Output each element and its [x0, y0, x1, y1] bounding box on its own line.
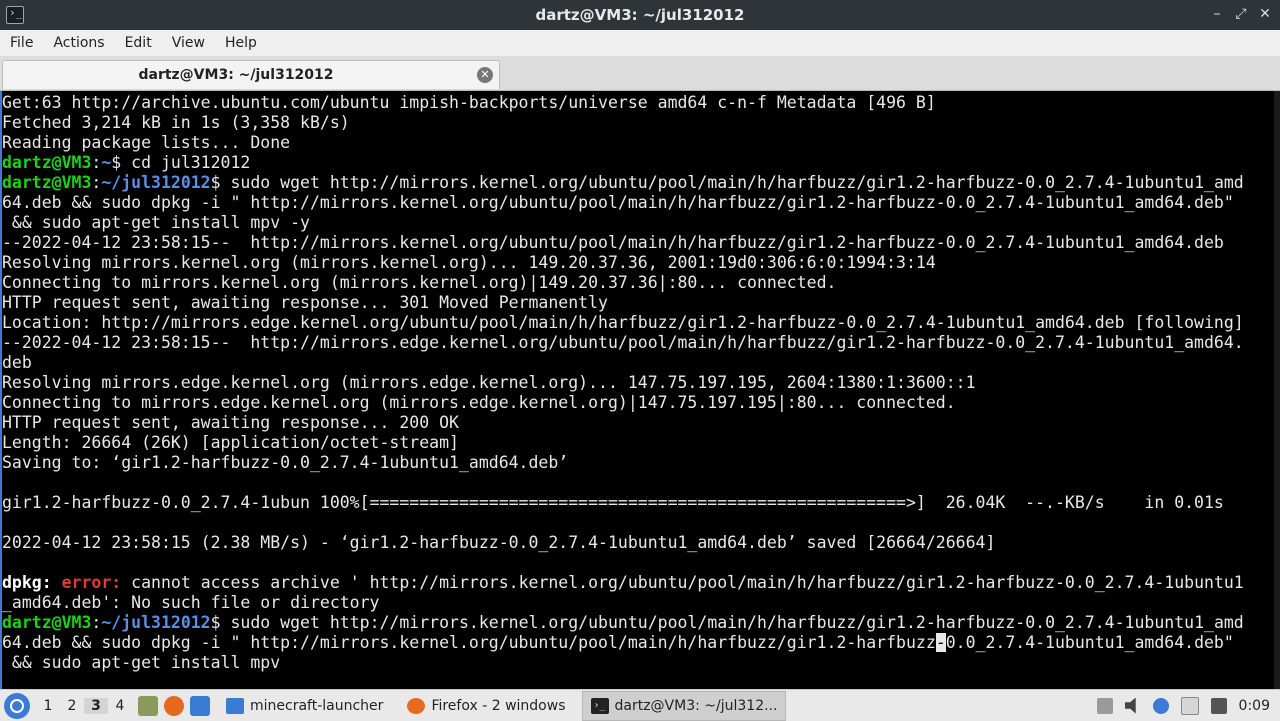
show-desktop-icon[interactable]: [190, 695, 210, 716]
clock[interactable]: 0:09: [1239, 698, 1270, 714]
terminal-line: Get:63 http://archive.ubuntu.com/ubuntu …: [2, 93, 936, 112]
task-label: Firefox - 2 windows: [431, 697, 566, 714]
terminal-line: --2022-04-12 23:58:15-- http://mirrors.k…: [2, 233, 1224, 252]
folder-icon: [226, 697, 244, 714]
error-message: cannot access archive ' http://mirrors.k…: [121, 573, 1244, 592]
terminal-line: HTTP request sent, awaiting response... …: [2, 413, 459, 432]
start-menu-icon[interactable]: [4, 692, 30, 719]
firefox-task-icon: [407, 697, 426, 714]
maximize-icon[interactable]: ⤢: [1234, 5, 1248, 23]
progress-line: gir1.2-harfbuzz-0.0_2.7.4-1ubun 100%[===…: [2, 493, 1224, 512]
terminal-tab[interactable]: dartz@VM3: ~/jul312012 ✕: [2, 60, 500, 89]
menu-file[interactable]: File: [0, 30, 43, 56]
prompt-user: dartz@VM3: [2, 613, 92, 632]
terminal-line: Resolving mirrors.edge.kernel.org (mirro…: [2, 373, 976, 392]
volume-icon[interactable]: [1124, 697, 1136, 714]
text-cursor: -: [935, 633, 946, 652]
minimize-icon[interactable]: –: [1210, 5, 1224, 23]
terminal-line: && sudo apt-get install mpv: [2, 653, 281, 672]
file-manager-icon[interactable]: [138, 695, 158, 716]
system-tray: 0:09: [1096, 696, 1270, 715]
network-icon[interactable]: [1210, 697, 1227, 714]
terminal-line: && sudo apt-get install mpv -y: [2, 213, 310, 232]
keyboard-icon[interactable]: [1096, 697, 1113, 714]
task-minecraft-launcher[interactable]: minecraft-launcher: [218, 692, 391, 720]
terminal-line: Connecting to mirrors.kernel.org (mirror…: [2, 273, 837, 292]
menu-edit[interactable]: Edit: [115, 30, 162, 56]
menu-actions[interactable]: Actions: [43, 30, 114, 56]
taskbar: 1 2 3 4 minecraft-launcher Firefox - 2 w…: [0, 689, 1280, 721]
terminal-line: HTTP request sent, awaiting response... …: [2, 293, 608, 312]
terminal-line: Location: http://mirrors.edge.kernel.org…: [2, 313, 1244, 332]
terminal-line: Connecting to mirrors.edge.kernel.org (m…: [2, 393, 956, 412]
error-line: dpkg: error: cannot access archive ' htt…: [2, 573, 1280, 593]
prompt-command: $ sudo wget http://mirrors.kernel.org/ub…: [210, 613, 1244, 632]
prompt-user: dartz@VM3: [2, 153, 92, 172]
error-source: dpkg:: [2, 573, 52, 592]
terminal-output[interactable]: Get:63 http://archive.ubuntu.com/ubuntu …: [0, 91, 1280, 689]
prompt-path: ~/jul312012: [101, 613, 211, 632]
prompt-line: dartz@VM3:~/jul312012$ sudo wget http://…: [2, 613, 1244, 632]
menubar: File Actions Edit View Help: [0, 30, 1280, 56]
error-label: error:: [61, 573, 122, 592]
terminal-line: Fetched 3,214 kB in 1s (3,358 kB/s): [2, 113, 350, 132]
terminal-line: Resolving mirrors.kernel.org (mirrors.ke…: [2, 253, 936, 272]
prompt-line: dartz@VM3:~/jul312012$ sudo wget http://…: [2, 173, 1244, 192]
terminal-line: 2022-04-12 23:58:15 (2.38 MB/s) - ‘gir1.…: [2, 533, 996, 552]
terminal-line: Saving to: ‘gir1.2-harfbuzz-0.0_2.7.4-1u…: [2, 453, 569, 472]
clipboard-icon[interactable]: [1180, 696, 1199, 715]
menu-view[interactable]: View: [162, 30, 215, 56]
desktop-4[interactable]: 4: [108, 698, 132, 714]
terminal-line: 64.deb && sudo dpkg -i " http://mirrors.…: [2, 633, 1280, 653]
command-text: 64.deb && sudo dpkg -i " http://mirrors.…: [2, 633, 936, 652]
desktop-1[interactable]: 1: [36, 698, 60, 714]
menu-help[interactable]: Help: [215, 30, 267, 56]
prompt-command: $ cd jul312012: [111, 153, 251, 172]
terminal-line: --2022-04-12 23:58:15-- http://mirrors.e…: [2, 333, 1244, 352]
update-notifier-icon[interactable]: [1152, 697, 1169, 714]
task-terminal[interactable]: ›_ dartz@VM3: ~/jul312...: [581, 690, 787, 721]
prompt-path: ~/jul312012: [101, 173, 211, 192]
tab-close-icon[interactable]: ✕: [477, 67, 493, 83]
prompt-user: dartz@VM3: [2, 173, 92, 192]
desktop-switcher: 1 2 3 4: [36, 697, 132, 714]
terminal-line: deb: [2, 353, 32, 372]
desktop-3[interactable]: 3: [84, 697, 108, 714]
window-titlebar: dartz@VM3: ~/jul312012 – ⤢ ✕: [0, 0, 1280, 30]
prompt-command: $ sudo wget http://mirrors.kernel.org/ub…: [210, 173, 1244, 192]
task-label: minecraft-launcher: [250, 697, 384, 714]
window-title: dartz@VM3: ~/jul312012: [535, 6, 745, 24]
terminal-line: _amd64.deb': No such file or directory: [2, 593, 380, 612]
terminal-line: 64.deb && sudo dpkg -i " http://mirrors.…: [2, 193, 1234, 212]
tab-bar: dartz@VM3: ~/jul312012 ✕: [0, 56, 1280, 91]
task-label: dartz@VM3: ~/jul312...: [614, 697, 778, 714]
desktop-2[interactable]: 2: [60, 698, 84, 714]
prompt-path: ~: [101, 153, 112, 172]
terminal-task-icon: ›_: [590, 697, 609, 714]
command-text: 0.0_2.7.4-1ubuntu1_amd64.deb": [945, 633, 1234, 652]
firefox-icon[interactable]: [164, 695, 184, 716]
task-firefox[interactable]: Firefox - 2 windows: [399, 692, 573, 720]
terminal-scrollbar[interactable]: [1274, 91, 1280, 689]
terminal-line: Reading package lists... Done: [2, 133, 291, 152]
tab-label: dartz@VM3: ~/jul312012: [138, 67, 334, 83]
prompt-line: dartz@VM3:~$ cd jul312012: [2, 153, 251, 172]
close-icon[interactable]: ✕: [1258, 5, 1272, 23]
terminal-line: Length: 26664 (26K) [application/octet-s…: [2, 433, 459, 452]
